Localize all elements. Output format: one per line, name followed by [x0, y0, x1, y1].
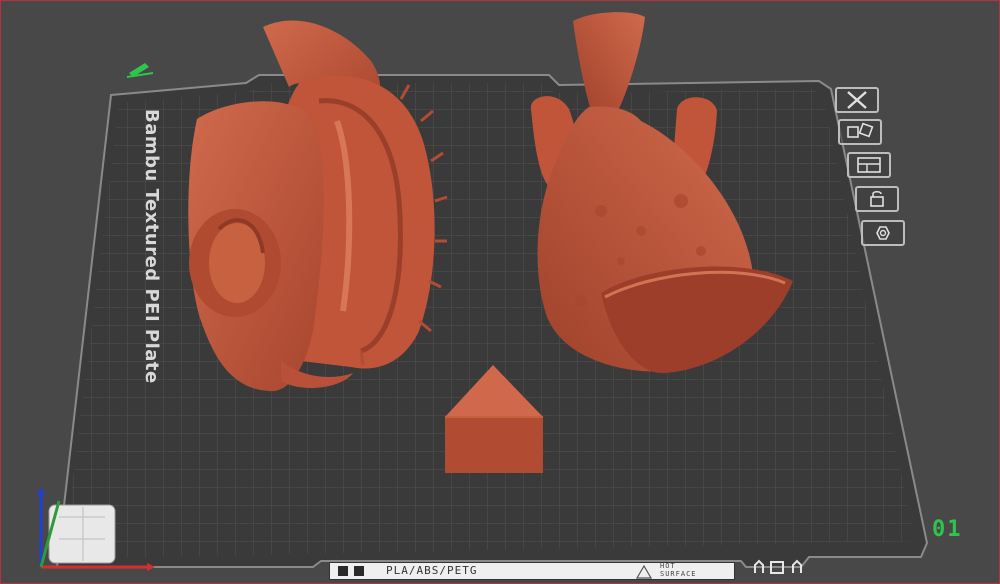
lock-icon: [870, 190, 884, 207]
hot-label: HOT: [660, 562, 676, 570]
warning-icon: [636, 565, 652, 579]
plate-info-strip: PLA/ABS/PETG HOT SURFACE: [329, 562, 735, 580]
build-plate[interactable]: [55, 74, 929, 568]
close-icon: [847, 91, 867, 109]
arrange-button[interactable]: [838, 119, 882, 145]
settings-icon: [876, 226, 890, 240]
close-button[interactable]: [835, 87, 879, 113]
edit-plate-name-icon[interactable]: [126, 63, 154, 78]
eject-icon[interactable]: [792, 559, 802, 573]
grid-icon: [338, 566, 348, 576]
layout-icon: [857, 157, 881, 173]
lock-button[interactable]: [855, 186, 899, 212]
plate-name-label: Bambu Textured PEI Plate: [141, 109, 162, 384]
layout-button[interactable]: [847, 152, 891, 178]
settings-button[interactable]: [861, 220, 905, 246]
material-label: PLA/ABS/PETG: [386, 564, 478, 577]
plate-actions-icons: [754, 559, 802, 574]
plate-number: 01: [932, 517, 963, 542]
surface-label: SURFACE: [660, 570, 697, 578]
3d-viewport[interactable]: Bambu Textured PEI Plate 01 PLA/ABS/PETG…: [0, 0, 1000, 584]
plate-icon: [354, 566, 364, 576]
arrange-icon: [847, 122, 874, 138]
square-icon[interactable]: [770, 561, 784, 574]
home-icon[interactable]: [754, 559, 764, 573]
